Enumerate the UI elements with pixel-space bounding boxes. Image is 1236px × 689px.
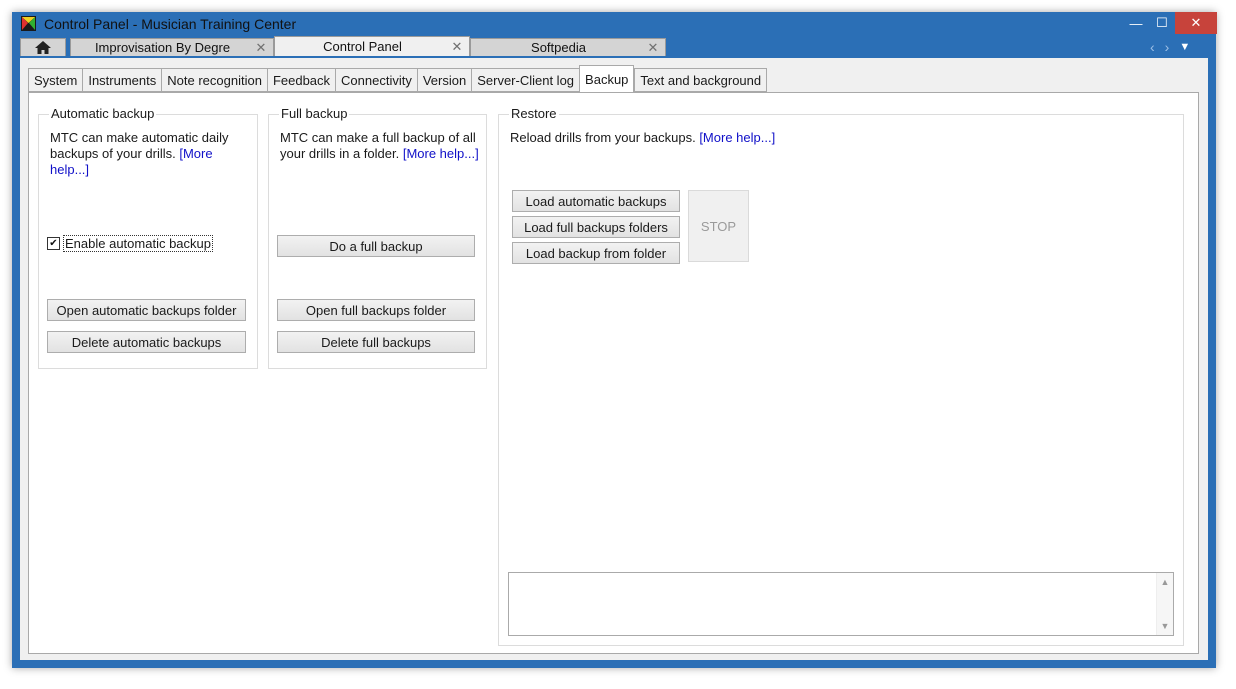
app-window: Control Panel - Musician Training Center… xyxy=(12,12,1217,668)
automatic-backup-group: Automatic backup MTC can make automatic … xyxy=(38,106,258,369)
restore-description: Reload drills from your backups. [More h… xyxy=(510,130,776,145)
doc-tab-control-panel[interactable]: Control Panel ✕ xyxy=(274,36,470,56)
open-automatic-backups-folder-button[interactable]: Open automatic backups folder xyxy=(47,299,246,321)
doc-tab-softpedia[interactable]: Softpedia ✕ xyxy=(470,38,666,56)
tab-feedback[interactable]: Feedback xyxy=(266,68,336,92)
open-full-backups-folder-button[interactable]: Open full backups folder xyxy=(277,299,475,321)
tab-server-client-log[interactable]: Server-Client log xyxy=(471,68,580,92)
home-tab[interactable] xyxy=(20,38,66,56)
doc-tab-label: Improvisation By Degre xyxy=(94,40,231,55)
chevron-right-icon[interactable]: › xyxy=(1165,39,1170,55)
tab-system[interactable]: System xyxy=(28,68,83,92)
scroll-up-icon[interactable]: ▲ xyxy=(1157,577,1173,587)
document-tab-strip: Improvisation By Degre ✕ Control Panel ✕… xyxy=(20,36,1210,58)
group-title: Automatic backup xyxy=(49,106,157,121)
doc-tab-improvisation[interactable]: Improvisation By Degre ✕ xyxy=(70,38,274,56)
close-button[interactable]: ✕ xyxy=(1175,12,1217,34)
tab-instruments[interactable]: Instruments xyxy=(82,68,162,92)
minimize-button[interactable]: — xyxy=(1123,12,1149,34)
delete-automatic-backups-button[interactable]: Delete automatic backups xyxy=(47,331,246,353)
load-automatic-backups-button[interactable]: Load automatic backups xyxy=(512,190,680,212)
full-backup-description: MTC can make a full backup of all your d… xyxy=(280,130,479,161)
log-scrollbar[interactable]: ▲ ▼ xyxy=(1156,573,1173,635)
load-backup-from-folder-button[interactable]: Load backup from folder xyxy=(512,242,680,264)
automatic-backup-description: MTC can make automatic daily backups of … xyxy=(50,130,229,177)
home-icon xyxy=(35,41,51,54)
maximize-button[interactable]: ☐ xyxy=(1149,12,1175,34)
tab-version[interactable]: Version xyxy=(416,68,472,92)
tab-backup[interactable]: Backup xyxy=(579,65,635,92)
chevron-down-icon[interactable]: ▼ xyxy=(1179,41,1190,53)
chevron-left-icon[interactable]: ‹ xyxy=(1150,39,1155,55)
mtc-logo-icon xyxy=(21,16,36,31)
do-full-backup-button[interactable]: Do a full backup xyxy=(277,235,475,257)
settings-tab-bar: System Instruments Note recognition Feed… xyxy=(28,65,768,92)
stop-button[interactable]: STOP xyxy=(688,190,749,262)
restore-log-textarea[interactable]: ▲ ▼ xyxy=(508,572,1174,636)
tab-note-recognition[interactable]: Note recognition xyxy=(161,68,267,92)
tab-navigation: ‹ › ▼ xyxy=(1150,38,1210,56)
delete-full-backups-button[interactable]: Delete full backups xyxy=(277,331,475,353)
restore-group: Restore Reload drills from your backups.… xyxy=(498,106,1184,646)
window-title: Control Panel - Musician Training Center xyxy=(44,16,297,32)
title-bar[interactable]: Control Panel - Musician Training Center… xyxy=(12,12,1217,36)
group-title: Full backup xyxy=(279,106,350,121)
load-full-backups-folders-button[interactable]: Load full backups folders xyxy=(512,216,680,238)
doc-tab-label: Softpedia xyxy=(531,40,586,55)
doc-tab-label: Control Panel xyxy=(323,39,402,54)
full-backup-group: Full backup MTC can make a full backup o… xyxy=(268,106,487,369)
scroll-down-icon[interactable]: ▼ xyxy=(1157,621,1173,631)
close-tab-icon[interactable]: ✕ xyxy=(646,40,660,56)
close-tab-icon[interactable]: ✕ xyxy=(450,39,464,55)
tab-text-and-background[interactable]: Text and background xyxy=(634,68,768,92)
checkbox-box[interactable]: ✔ xyxy=(47,237,60,250)
tab-connectivity[interactable]: Connectivity xyxy=(335,68,417,92)
checkbox-label: Enable automatic backup xyxy=(63,235,213,252)
more-help-link[interactable]: [More help...] xyxy=(403,146,479,161)
backup-panel: Automatic backup MTC can make automatic … xyxy=(28,92,1199,654)
control-panel-content: System Instruments Note recognition Feed… xyxy=(20,58,1208,660)
close-tab-icon[interactable]: ✕ xyxy=(254,40,268,56)
more-help-link[interactable]: [More help...] xyxy=(699,130,775,145)
enable-automatic-backup-checkbox[interactable]: ✔ Enable automatic backup xyxy=(47,235,213,252)
group-title: Restore xyxy=(509,106,559,121)
